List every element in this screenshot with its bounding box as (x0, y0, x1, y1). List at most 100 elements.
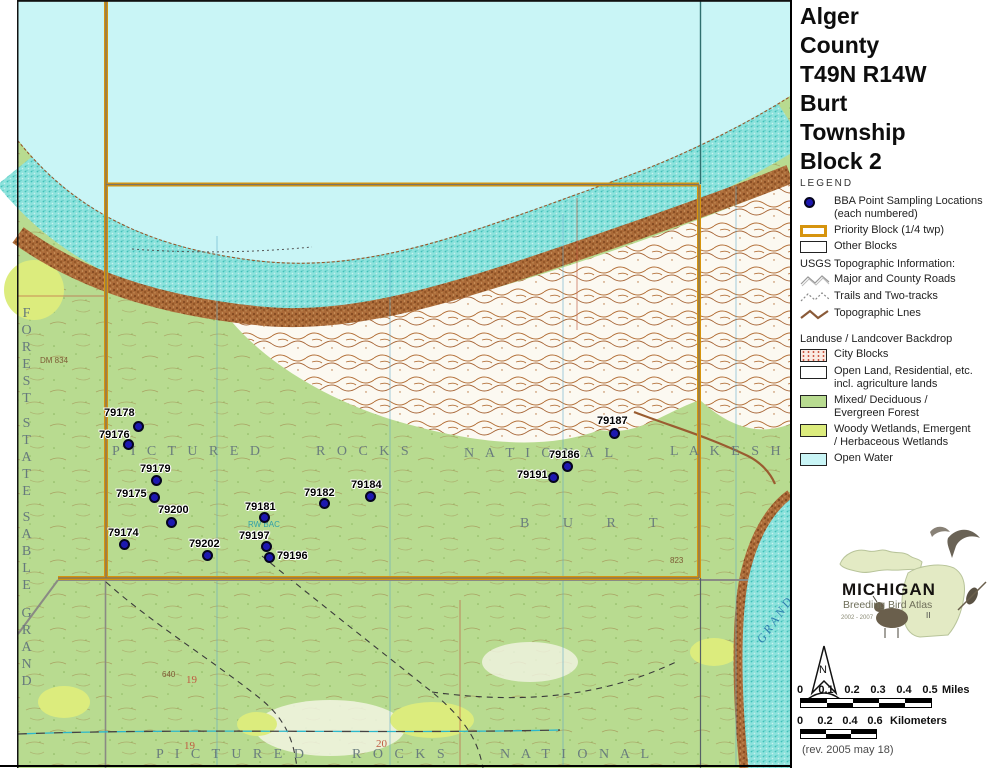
legend-item-block: Priority Block (1/4 twp) (800, 224, 998, 237)
topographic-line-icon (800, 308, 830, 321)
legend-label: Topographic Lnes (834, 307, 921, 320)
bba-point-icon (804, 197, 815, 208)
scalebar-bar (800, 698, 932, 708)
legend-symbol (800, 273, 834, 287)
logo-subtitle: Breeding Bird Atlas (843, 599, 932, 611)
legend-symbol (800, 348, 834, 362)
map-neatline-left (17, 0, 19, 768)
scalebar-tick-label: 0 (797, 715, 803, 727)
topographic-map (0, 0, 790, 768)
scalebar-unit-label: Kilometers (890, 715, 947, 727)
city-swatch (800, 349, 827, 362)
map-canvas: P I C T U R E DR O C K SN A T I O N A LL… (0, 0, 790, 768)
legend-label-line: (each numbered) (834, 208, 983, 221)
trails-line-icon (800, 291, 830, 304)
legend-item-block: Other Blocks (800, 240, 998, 253)
scalebar-segment (879, 699, 905, 707)
title-line: T49N R14W (800, 60, 927, 89)
legend-item-landuse: Woody Wetlands, Emergent/ Herbaceous Wet… (800, 423, 998, 449)
title-line: Township (800, 118, 927, 147)
legend-label-line: Major and County Roads (834, 273, 956, 286)
legend-item-landuse: Mixed/ Deciduous /Evergreen Forest (800, 394, 998, 420)
legend-label: Mixed/ Deciduous /Evergreen Forest (834, 394, 928, 420)
legend-label: Trails and Two-tracks (834, 290, 938, 303)
legend-symbol (800, 365, 834, 379)
legend-item-landuse: Open Water (800, 452, 998, 466)
scalebar-segment (826, 730, 851, 738)
legend-item-usgs: Major and County Roads (800, 273, 998, 287)
priority-block-swatch (800, 225, 827, 237)
legend-label: Open Land, Residential, etc.incl. agricu… (834, 365, 973, 391)
scalebar-segment (827, 699, 853, 707)
legend-item-landuse: City Blocks (800, 348, 998, 362)
open-land-swatch (800, 366, 827, 379)
legend-label: Major and County Roads (834, 273, 956, 286)
scalebar-segment (851, 730, 876, 738)
legend-label: Woody Wetlands, Emergent/ Herbaceous Wet… (834, 423, 971, 449)
other-block-swatch (800, 241, 827, 253)
scalebar-tick-label: 0.5 (922, 684, 937, 696)
logo-numeral: II (926, 611, 930, 620)
map-neatline-top (18, 0, 790, 2)
scalebar-tick-label: 0.2 (817, 715, 832, 727)
legend-label-line: incl. agriculture lands (834, 378, 973, 391)
legend-heading: LEGEND (800, 178, 998, 189)
scalebar-tick-label: 0.4 (842, 715, 857, 727)
north-label: N (819, 664, 827, 676)
legend-label: Open Water (834, 452, 893, 465)
title-line: Block 2 (800, 147, 927, 176)
legend-symbol (800, 224, 834, 237)
legend-label-line: Other Blocks (834, 240, 897, 253)
scalebar-tick-label: 0 (797, 684, 803, 696)
legend-landuse-heading: Landuse / Landcover Backdrop (800, 333, 998, 345)
legend-label: BBA Point Sampling Locations(each number… (834, 195, 983, 221)
title-line: Burt (800, 89, 927, 118)
open-land-patch (255, 700, 405, 756)
map-sheet: P I C T U R E DR O C K SN A T I O N A LL… (0, 0, 1000, 768)
legend-label-line: / Herbaceous Wetlands (834, 436, 971, 449)
page-title: AlgerCountyT49N R14WBurtTownshipBlock 2 (800, 2, 927, 176)
sidebar: AlgerCountyT49N R14WBurtTownshipBlock 2 … (792, 0, 1000, 768)
legend-label-line: Open Water (834, 452, 893, 465)
legend-item-landuse: Open Land, Residential, etc.incl. agricu… (800, 365, 998, 391)
legend-label-line: Priority Block (1/4 twp) (834, 224, 944, 237)
mbba-logo: MICHIGAN Breeding Bird Atlas 2002 - 2007… (830, 518, 995, 643)
legend-label-line: Evergreen Forest (834, 407, 928, 420)
water-swatch (800, 453, 827, 466)
scalebar-unit-label: Miles (942, 684, 970, 696)
legend-label-line: City Blocks (834, 348, 888, 361)
legend-label-line: Topographic Lnes (834, 307, 921, 320)
scalebar-segment (801, 730, 826, 738)
legend-label-line: Trails and Two-tracks (834, 290, 938, 303)
scalebar-tick-label: 0.3 (870, 684, 885, 696)
scalebar-tick-label: 0.6 (867, 715, 882, 727)
forest-swatch (800, 395, 827, 408)
scalebar-ticks: 0 0.2 0.4 0.6 Kilometers (800, 715, 998, 727)
major-roads-line-icon (800, 274, 830, 287)
scalebar-bar (800, 729, 877, 739)
legend-symbol (800, 307, 834, 321)
legend-label-line: Woody Wetlands, Emergent (834, 423, 971, 436)
legend-item-usgs: Topographic Lnes (800, 307, 998, 321)
legend-item-usgs: Trails and Two-tracks (800, 290, 998, 304)
legend-label: City Blocks (834, 348, 888, 361)
scalebar-kilometers: 0 0.2 0.4 0.6 Kilometers (800, 715, 998, 739)
title-line: County (800, 31, 927, 60)
legend-label: Priority Block (1/4 twp) (834, 224, 944, 237)
scalebar-tick-label: 0.4 (896, 684, 911, 696)
legend-symbol (800, 240, 834, 253)
scalebar-miles: 00.10.20.30.40.5Miles (800, 684, 998, 708)
legend-symbol (800, 290, 834, 304)
scalebar-tick-label: 0.2 (844, 684, 859, 696)
revision-note: (rev. 2005 may 18) (802, 744, 894, 756)
scalebar-segment (801, 699, 827, 707)
title-line: Alger (800, 2, 927, 31)
scalebar-segment (905, 699, 931, 707)
legend-label: Other Blocks (834, 240, 897, 253)
legend-label-line: Open Land, Residential, etc. (834, 365, 973, 378)
logo-title: MICHIGAN (842, 580, 936, 599)
scalebar-segment (853, 699, 879, 707)
scalebar-ticks: 00.10.20.30.40.5Miles (800, 684, 998, 696)
legend-item-bba-points: BBA Point Sampling Locations(each number… (800, 195, 998, 221)
legend-symbol (800, 394, 834, 408)
